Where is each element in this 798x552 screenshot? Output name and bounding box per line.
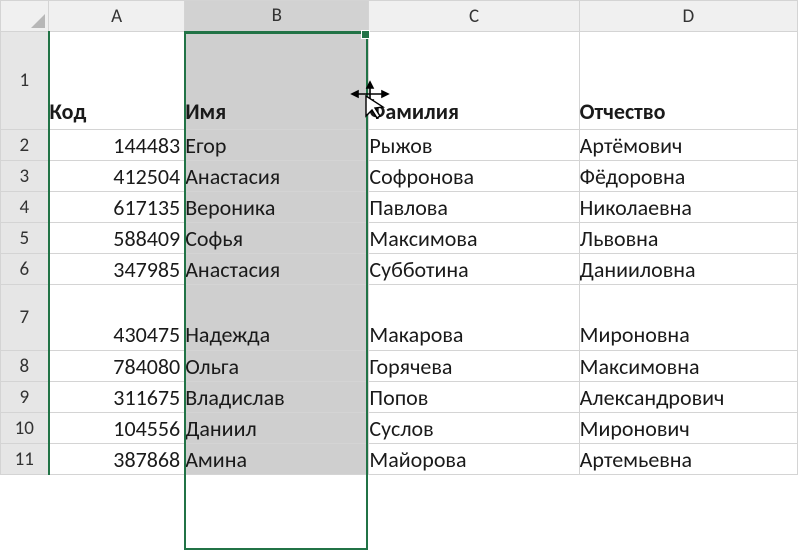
cell[interactable]: Горячева bbox=[369, 351, 579, 382]
row-header[interactable]: 2 bbox=[1, 130, 49, 161]
table-row: 5 588409 Софья Максимова Львовна bbox=[1, 223, 798, 254]
row-header[interactable]: 6 bbox=[1, 254, 49, 285]
cell-a1[interactable]: Код bbox=[49, 32, 185, 130]
cell[interactable]: Данииловна bbox=[579, 254, 797, 285]
cell[interactable]: 311675 bbox=[49, 382, 185, 413]
cell[interactable]: Миронович bbox=[579, 413, 797, 444]
cell[interactable]: Александрович bbox=[579, 382, 797, 413]
table-row: 11 387868 Амина Майорова Артемьевна bbox=[1, 444, 798, 475]
cell[interactable]: 588409 bbox=[49, 223, 185, 254]
cell[interactable]: Анастасия bbox=[185, 161, 369, 192]
cell[interactable]: 104556 bbox=[49, 413, 185, 444]
cell[interactable]: 784080 bbox=[49, 351, 185, 382]
table-row: 2 144483 Егор Рыжов Артёмович bbox=[1, 130, 798, 161]
cell-b1[interactable]: Имя bbox=[185, 32, 369, 130]
cell[interactable]: Софронова bbox=[369, 161, 579, 192]
row-header[interactable]: 8 bbox=[1, 351, 49, 382]
cell[interactable]: Ольга bbox=[185, 351, 369, 382]
cell[interactable]: 412504 bbox=[49, 161, 185, 192]
row-header[interactable]: 11 bbox=[1, 444, 49, 475]
column-header-a[interactable]: A bbox=[49, 1, 185, 32]
row-header[interactable]: 9 bbox=[1, 382, 49, 413]
select-all-corner[interactable] bbox=[1, 1, 49, 32]
cell[interactable]: Фёдоровна bbox=[579, 161, 797, 192]
row-header[interactable]: 4 bbox=[1, 192, 49, 223]
row-header[interactable]: 3 bbox=[1, 161, 49, 192]
cell[interactable]: Николаевна bbox=[579, 192, 797, 223]
cell[interactable]: Суслов bbox=[369, 413, 579, 444]
table-row: 6 347985 Анастасия Субботина Данииловна bbox=[1, 254, 798, 285]
table-row: 9 311675 Владислав Попов Александрович bbox=[1, 382, 798, 413]
column-header-d[interactable]: D bbox=[579, 1, 797, 32]
cell[interactable]: Максимовна bbox=[579, 351, 797, 382]
column-header-c[interactable]: C bbox=[369, 1, 579, 32]
cell[interactable]: Вероника bbox=[185, 192, 369, 223]
cell[interactable]: 430475 bbox=[49, 285, 185, 351]
cell[interactable]: Попов bbox=[369, 382, 579, 413]
cell[interactable]: Надежда bbox=[185, 285, 369, 351]
row-header[interactable]: 5 bbox=[1, 223, 49, 254]
cell[interactable]: 347985 bbox=[49, 254, 185, 285]
cell[interactable]: Артёмович bbox=[579, 130, 797, 161]
cell-c1[interactable]: Фамилия bbox=[369, 32, 579, 130]
cell[interactable]: Мироновна bbox=[579, 285, 797, 351]
cell[interactable]: Субботина bbox=[369, 254, 579, 285]
row-header[interactable]: 10 bbox=[1, 413, 49, 444]
row-header[interactable]: 7 bbox=[1, 285, 49, 351]
cell[interactable]: Амина bbox=[185, 444, 369, 475]
row-header[interactable]: 1 bbox=[1, 32, 49, 130]
cell[interactable]: Владислав bbox=[185, 382, 369, 413]
cell[interactable]: Даниил bbox=[185, 413, 369, 444]
cell[interactable]: Анастасия bbox=[185, 254, 369, 285]
table-row: 10 104556 Даниил Суслов Миронович bbox=[1, 413, 798, 444]
cell[interactable]: Павлова bbox=[369, 192, 579, 223]
cell[interactable]: 617135 bbox=[49, 192, 185, 223]
cell[interactable]: 387868 bbox=[49, 444, 185, 475]
column-header-b[interactable]: B bbox=[185, 1, 369, 32]
cell[interactable]: Рыжов bbox=[369, 130, 579, 161]
cell[interactable]: Макарова bbox=[369, 285, 579, 351]
cell[interactable]: Максимова bbox=[369, 223, 579, 254]
table-row: 4 617135 Вероника Павлова Николаевна bbox=[1, 192, 798, 223]
cell[interactable]: Артемьевна bbox=[579, 444, 797, 475]
table-row: 1 Код Имя Фамилия Отчество bbox=[1, 32, 798, 130]
cell[interactable]: Львовна bbox=[579, 223, 797, 254]
cell-d1[interactable]: Отчество bbox=[579, 32, 797, 130]
cell[interactable]: Майорова bbox=[369, 444, 579, 475]
cell[interactable]: Софья bbox=[185, 223, 369, 254]
table-row: 3 412504 Анастасия Софронова Фёдоровна bbox=[1, 161, 798, 192]
table-row: 8 784080 Ольга Горячева Максимовна bbox=[1, 351, 798, 382]
cell[interactable]: 144483 bbox=[49, 130, 185, 161]
spreadsheet-grid[interactable]: A B C D 1 Код Имя Фамилия Отчество 2 144… bbox=[0, 0, 798, 475]
cell[interactable]: Егор bbox=[185, 130, 369, 161]
table-row: 7 430475 Надежда Макарова Мироновна bbox=[1, 285, 798, 351]
